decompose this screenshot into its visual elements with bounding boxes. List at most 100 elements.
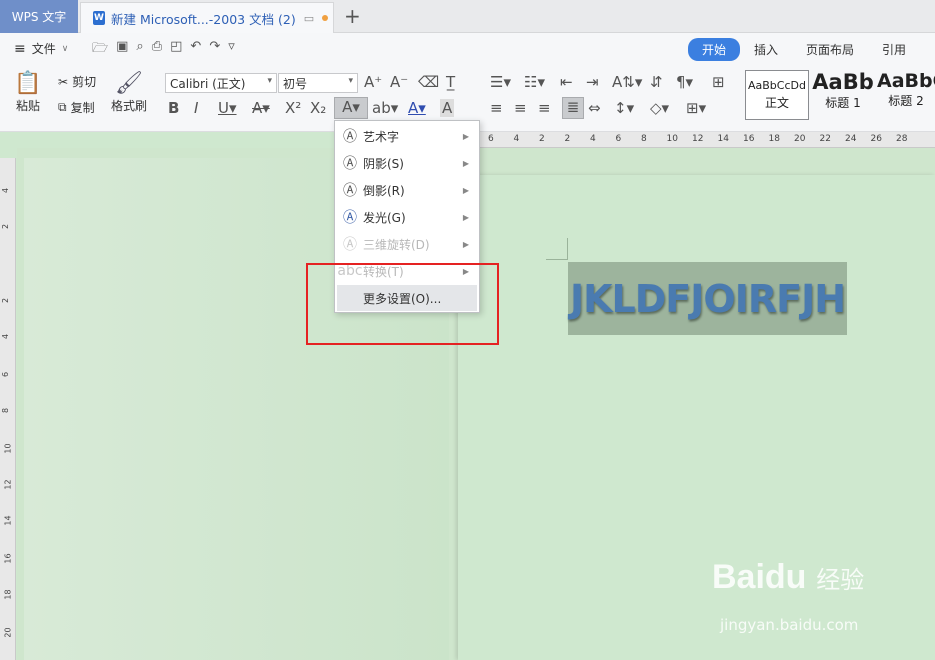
increase-indent-icon[interactable]: ⇥ xyxy=(586,73,599,91)
vertical-ruler[interactable]: 4 2 2 4 6 8 10 12 14 16 18 20 xyxy=(0,158,16,660)
monitor-icon[interactable]: ▭ xyxy=(304,12,314,25)
shading-icon[interactable]: ◇▾ xyxy=(650,99,669,117)
menu-item-glow[interactable]: Ⓐ 发光(G) ▶ xyxy=(337,204,477,230)
new-tab-button[interactable]: + xyxy=(344,4,361,28)
submenu-arrow-icon: ▶ xyxy=(462,185,469,195)
ruler-tick-label: 4 xyxy=(590,134,596,144)
menu-item-wordart[interactable]: Ⓐ 艺术字 ▶ xyxy=(337,123,477,149)
italic-icon[interactable]: I xyxy=(194,99,198,117)
strikethrough-icon[interactable]: A▾ xyxy=(252,99,270,117)
sort-icon[interactable]: ⇵ xyxy=(650,73,663,91)
ruler-tick-label: 4 xyxy=(513,134,520,144)
ruler-tick-label: 14 xyxy=(717,134,729,144)
copy-icon: ⧉ xyxy=(58,100,67,114)
grow-font-icon[interactable]: A⁺ xyxy=(364,73,382,91)
style-heading-1-sample: AaBb xyxy=(812,70,874,94)
print-icon[interactable]: ⎙ xyxy=(152,39,162,61)
submenu-arrow-icon: ▶ xyxy=(462,239,469,249)
menu-item-label: 倒影(R) xyxy=(363,183,405,198)
font-name-select[interactable]: Calibri (正文) ▾ xyxy=(165,73,277,93)
ruler-tick-label: 16 xyxy=(3,553,13,564)
redo-icon[interactable]: ↷ xyxy=(209,39,220,61)
align-right-icon[interactable]: ≡ xyxy=(538,99,551,117)
format-painter-icon: 🖌 xyxy=(115,71,143,96)
print-preview-icon[interactable]: ◰ xyxy=(170,39,182,61)
menu-item-reflection[interactable]: Ⓐ 倒影(R) ▶ xyxy=(337,177,477,203)
ruler-tick-label: 28 xyxy=(896,134,908,144)
app-tab-wps[interactable]: WPS 文字 xyxy=(0,0,78,33)
menu-item-label: 艺术字 xyxy=(363,129,400,144)
tab-references[interactable]: 引用 xyxy=(868,38,920,61)
justify-icon[interactable]: ≣ xyxy=(562,97,584,119)
tab-home[interactable]: 开始 xyxy=(688,38,741,61)
numbering-icon[interactable]: ☷▾ xyxy=(524,73,545,91)
ribbon-tabs: 开始 插入 页面布局 引用 xyxy=(688,38,920,61)
subscript-icon[interactable]: X₂ xyxy=(310,99,326,117)
bullets-icon[interactable]: ☰▾ xyxy=(490,73,511,91)
ruler-tick-label: 26 xyxy=(870,134,882,144)
open-folder-icon[interactable]: 🗁 xyxy=(92,39,108,61)
find-icon[interactable]: ⌕ xyxy=(136,39,143,61)
font-size-select[interactable]: 初号 ▾ xyxy=(278,73,358,93)
watermark-url: jingyan.baidu.com xyxy=(720,616,859,634)
style-heading-2[interactable]: AaBbC 标题 2 xyxy=(877,70,935,120)
menu-item-label: 阴影(S) xyxy=(363,156,404,171)
selected-document-text[interactable]: JKLDFJOIRFJH xyxy=(568,262,847,335)
tab-page-layout[interactable]: 页面布局 xyxy=(792,38,868,61)
menu-item-3d-rotation: Ⓐ 三维旋转(D) ▶ xyxy=(337,231,477,257)
shadow-icon: Ⓐ xyxy=(343,156,357,172)
bold-icon[interactable]: B xyxy=(168,99,179,117)
horizontal-ruler[interactable]: 6 4 2 2 4 6 8 10 12 14 16 18 20 22 24 26 28 xyxy=(480,132,935,148)
reflection-icon: Ⓐ xyxy=(343,183,357,199)
decrease-indent-icon[interactable]: ⇤ xyxy=(560,73,573,91)
copy-button[interactable]: ⧉ 复制 xyxy=(58,99,95,116)
font-color-icon[interactable]: A▾ xyxy=(408,99,426,117)
chevron-down-icon: ▾ xyxy=(348,76,353,86)
ruler-tick-label: 4 xyxy=(1,333,11,340)
ruler-tick-label: 2 xyxy=(539,134,545,144)
phonetic-icon[interactable]: T̲ xyxy=(446,73,455,91)
quick-access-bar: ≡ 文件 ∨ 🗁 ▣ ⌕ ⎙ ◰ ↶ ↷ ▿ 开始 插入 页面布局 引用 xyxy=(0,33,935,63)
distribute-icon[interactable]: ⇔ xyxy=(588,99,601,117)
tab-insert[interactable]: 插入 xyxy=(740,38,792,61)
chevron-down-icon: ∨ xyxy=(61,43,69,54)
document-tab[interactable]: W 新建 Microsoft...-2003 文档 (2) ▭ xyxy=(80,2,334,33)
word-doc-icon: W xyxy=(93,11,105,25)
highlight-icon[interactable]: ab▾ xyxy=(372,99,398,117)
paste-button[interactable]: 📋 粘贴 xyxy=(10,71,46,114)
save-icon[interactable]: ▣ xyxy=(116,39,128,61)
table-icon[interactable]: ⊞ xyxy=(712,73,725,91)
cut-label: 剪切 xyxy=(72,75,97,89)
clear-format-icon[interactable]: ⌫ xyxy=(418,73,439,91)
ruler-tick-label: 6 xyxy=(488,134,494,144)
undo-icon[interactable]: ↶ xyxy=(190,39,201,61)
style-normal-sample: AaBbCcDd xyxy=(748,79,806,92)
font-size-value: 初号 xyxy=(283,76,308,91)
clipboard-icon: 📋 xyxy=(14,71,42,96)
format-painter-button[interactable]: 🖌 格式刷 xyxy=(110,71,148,114)
style-heading-1[interactable]: AaBb 标题 1 xyxy=(812,70,874,120)
text-effect-button[interactable]: A▾ xyxy=(334,97,368,119)
ruler-tick-label: 2 xyxy=(1,297,11,304)
style-normal[interactable]: AaBbCcDd 正文 xyxy=(745,70,809,120)
style-normal-label: 正文 xyxy=(764,96,789,110)
align-left-icon[interactable]: ≡ xyxy=(490,99,503,117)
cut-button[interactable]: ✂ 剪切 xyxy=(58,73,96,90)
line-spacing-icon[interactable]: ↕▾ xyxy=(614,99,634,117)
file-menu[interactable]: ≡ 文件 ∨ xyxy=(14,40,68,57)
customize-icon[interactable]: ▿ xyxy=(228,39,235,61)
ruler-tick-label: 6 xyxy=(1,371,11,378)
menu-item-shadow[interactable]: Ⓐ 阴影(S) ▶ xyxy=(337,150,477,176)
ruler-tick-label: 12 xyxy=(692,134,704,144)
superscript-icon[interactable]: X² xyxy=(285,99,301,117)
ruler-tick-label: 20 xyxy=(794,134,806,144)
shrink-font-icon[interactable]: A⁻ xyxy=(390,73,408,91)
borders-icon[interactable]: ⊞▾ xyxy=(686,99,706,117)
wordart-icon: Ⓐ xyxy=(343,129,357,145)
show-marks-icon[interactable]: ¶▾ xyxy=(676,73,693,91)
underline-icon[interactable]: U▾ xyxy=(218,99,237,117)
ruler-tick-label: 8 xyxy=(1,407,11,414)
chinese-layout-icon[interactable]: A⇅▾ xyxy=(612,73,642,91)
char-shading-icon[interactable]: A xyxy=(440,99,455,117)
align-center-icon[interactable]: ≡ xyxy=(514,99,527,117)
